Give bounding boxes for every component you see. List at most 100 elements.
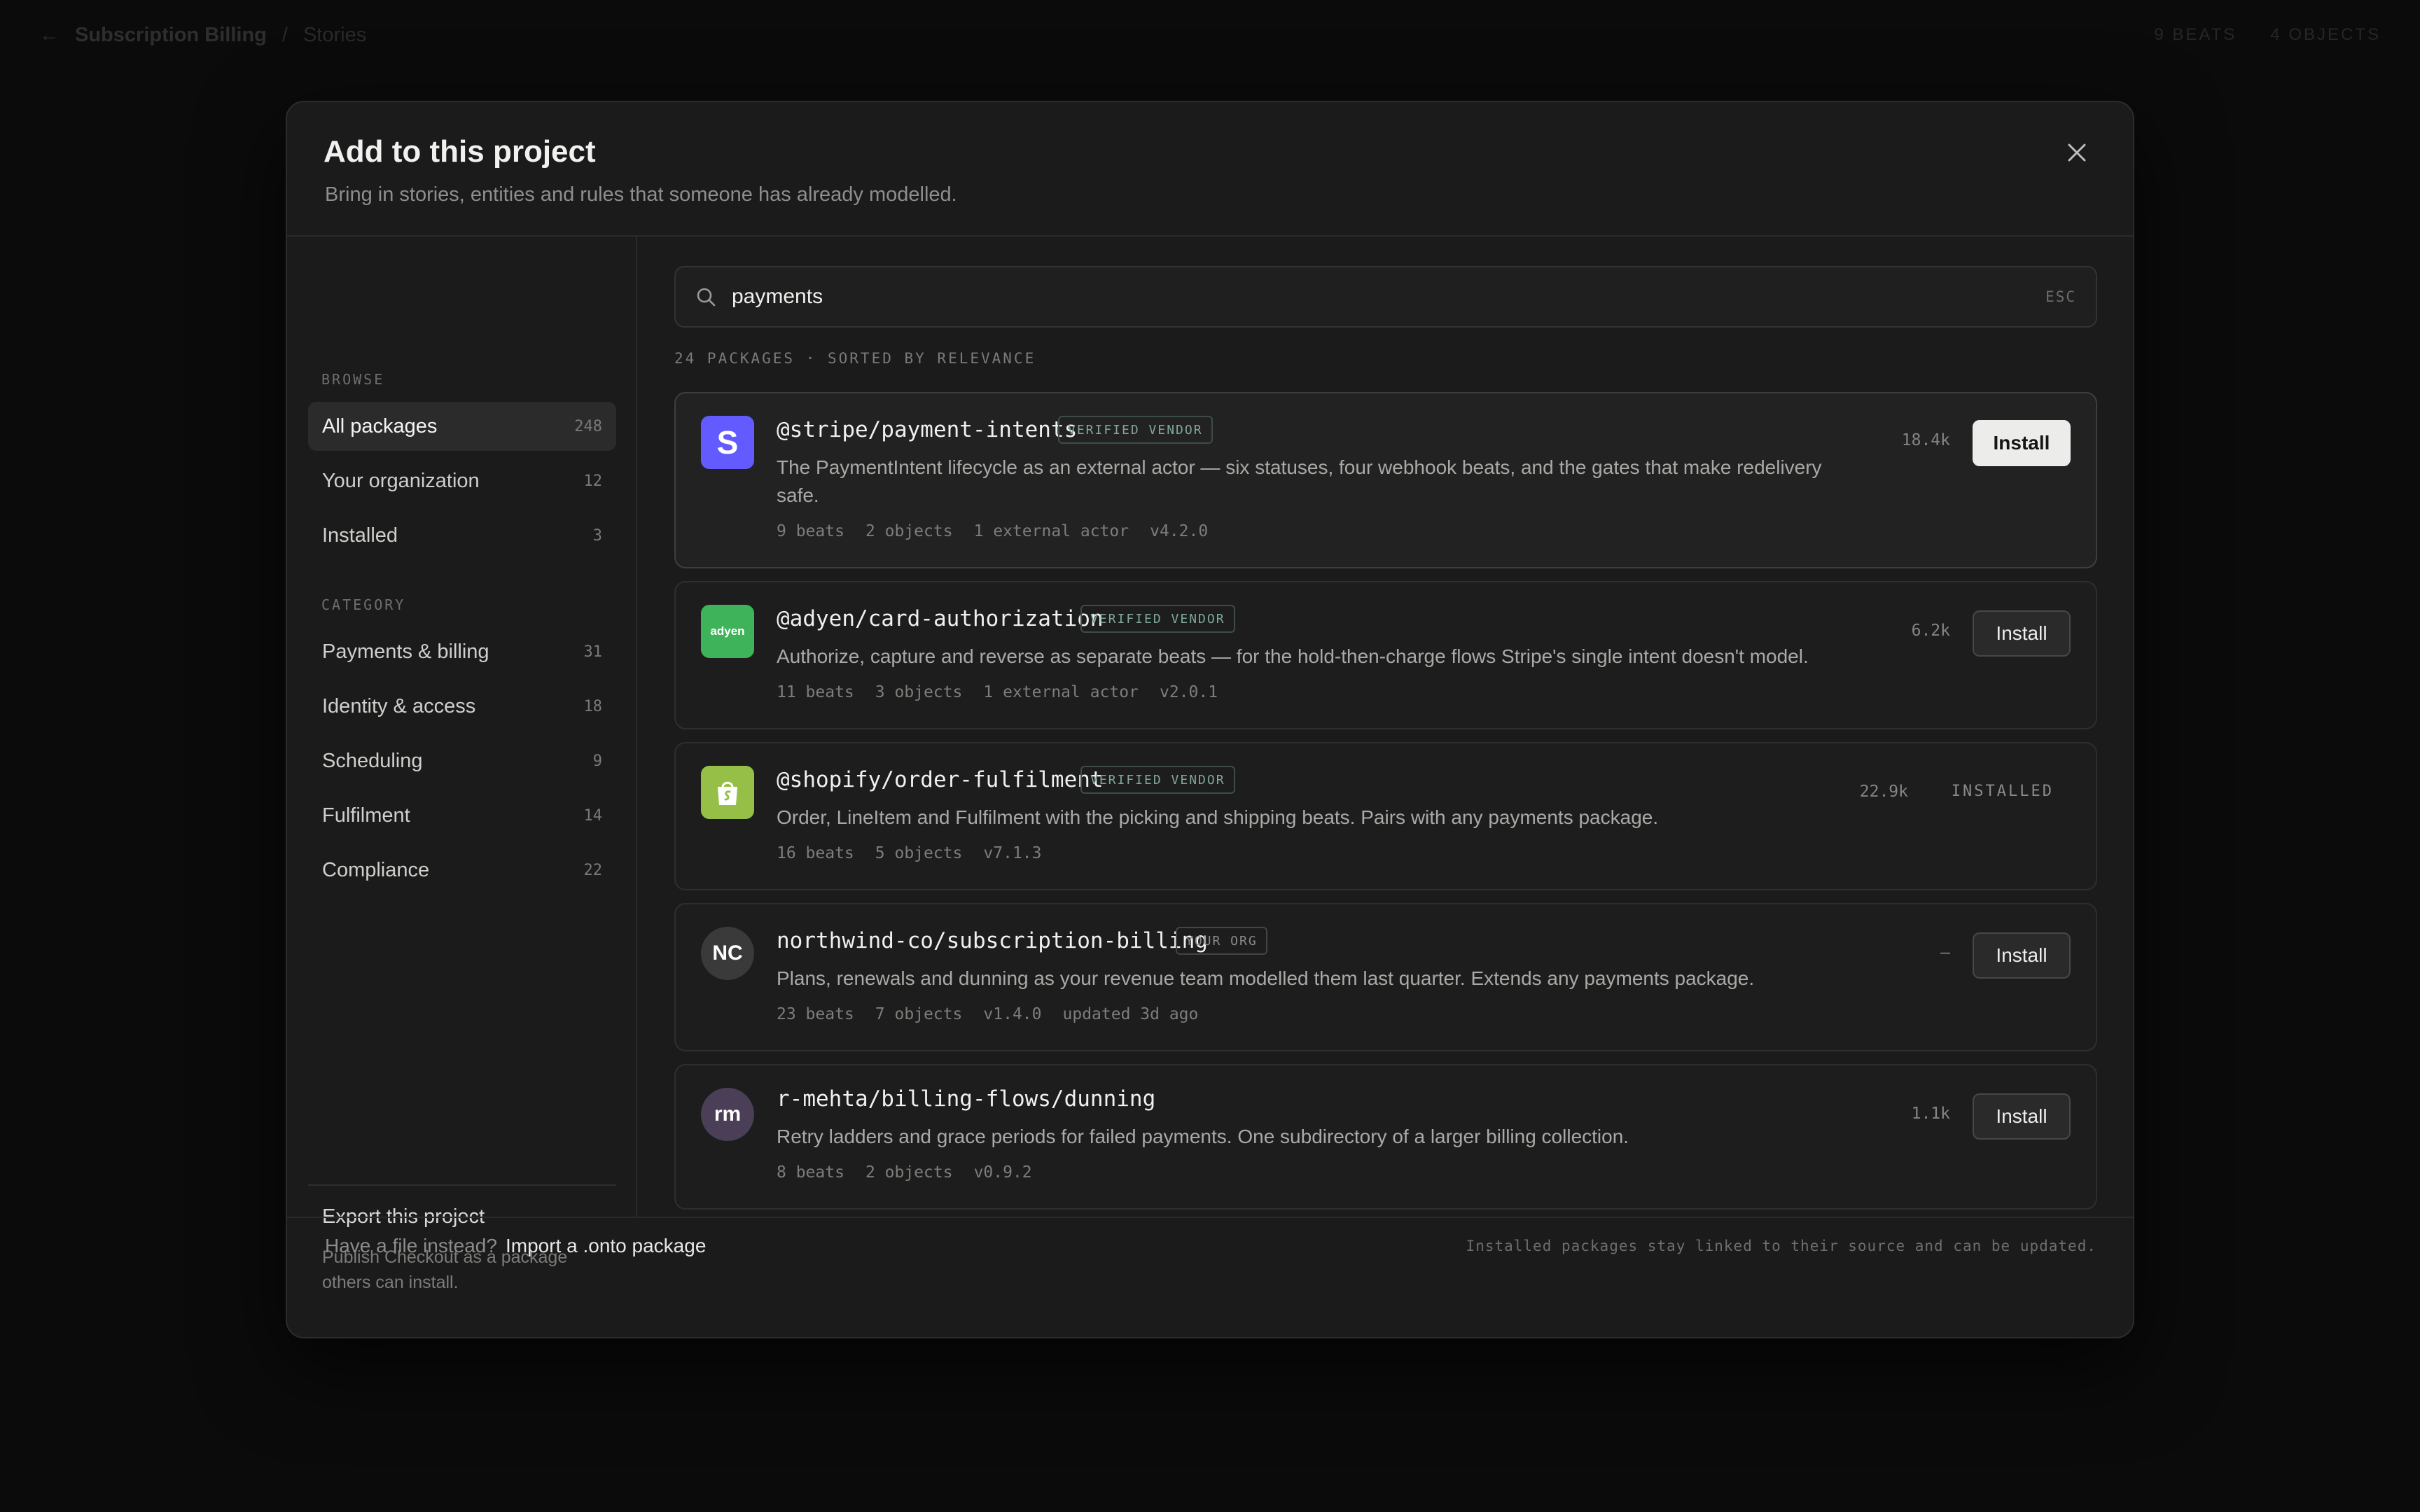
verified-vendor-badge: VERIFIED VENDOR: [1058, 416, 1213, 444]
stat-version: v7.1.3: [983, 844, 1042, 862]
download-count: 18.4k: [1901, 431, 1950, 449]
category-heading: CATEGORY: [321, 596, 406, 613]
add-to-project-modal: Add to this project Bring in stories, en…: [286, 101, 2134, 1338]
modal-sidebar: BROWSE All packages 248 Your organizatio…: [287, 237, 637, 1292]
stat-objects: 2 objects: [865, 522, 953, 540]
close-icon: [2068, 144, 2086, 162]
sidebar-item-label: All packages: [322, 414, 438, 438]
install-button[interactable]: Install: [1973, 420, 2071, 466]
sidebar-item-your-organization[interactable]: Your organization 12: [308, 456, 616, 505]
footer-question: Have a file instead?: [325, 1235, 497, 1256]
download-count: 6.2k: [1911, 622, 1950, 640]
stat-beats: 9 beats: [777, 522, 844, 540]
package-description: Retry ladders and grace periods for fail…: [777, 1126, 1629, 1147]
stat-beats: 11 beats: [777, 683, 854, 701]
esc-hint: ESC: [2045, 288, 2076, 305]
sidebar-divider: [308, 1184, 616, 1186]
stat-version: v0.9.2: [973, 1163, 1032, 1182]
your-org-badge: YOUR ORG: [1176, 927, 1267, 955]
download-count: –: [1940, 944, 1950, 962]
sidebar-item-compliance[interactable]: Compliance 22: [308, 846, 616, 895]
stat-beats: 16 beats: [777, 844, 854, 862]
breadcrumb-section: Stories: [302, 23, 367, 46]
package-description: Plans, renewals and dunning as your reve…: [777, 967, 1755, 989]
sidebar-item-count: 18: [583, 697, 603, 715]
package-card-shopify[interactable]: @shopify/order-fulfilment VERIFIED VENDO…: [674, 742, 2097, 890]
install-button[interactable]: Install: [1973, 932, 2071, 979]
search-icon: [697, 288, 716, 307]
verified-vendor-badge: VERIFIED VENDOR: [1080, 766, 1235, 794]
sidebar-item-label: Scheduling: [322, 749, 423, 772]
sidebar-item-installed[interactable]: Installed 3: [308, 511, 616, 560]
stat-objects: 7 objects: [875, 1005, 963, 1023]
download-count: 22.9k: [1859, 783, 1908, 801]
stat-actors: 1 external actor: [983, 683, 1139, 701]
package-card-northwind[interactable]: NC northwind-co/subscription-billing YOU…: [674, 903, 2097, 1051]
sidebar-item-scheduling[interactable]: Scheduling 9: [308, 736, 616, 785]
sidebar-item-label: Identity & access: [322, 694, 476, 718]
import-package-link[interactable]: Import a .onto package: [506, 1235, 706, 1257]
modal-subtitle: Bring in stories, entities and rules tha…: [325, 183, 957, 206]
installed-status: INSTALLED: [1951, 783, 2054, 800]
close-button[interactable]: [2056, 132, 2098, 174]
sidebar-item-label: Compliance: [322, 858, 430, 881]
package-description: The PaymentIntent lifecycle as an extern…: [777, 456, 1822, 506]
browse-heading: BROWSE: [321, 371, 385, 388]
search-input[interactable]: [732, 276, 2046, 318]
download-count: 1.1k: [1911, 1105, 1950, 1123]
package-name: @adyen/card-authorization: [777, 606, 1104, 631]
stat-objects: 3 objects: [875, 683, 963, 701]
package-card-stripe[interactable]: S @stripe/payment-intents VERIFIED VENDO…: [674, 392, 2097, 568]
sidebar-item-label: Your organization: [322, 469, 480, 492]
search-bar: ESC: [674, 266, 2097, 328]
package-card-adyen[interactable]: adyen @adyen/card-authorization VERIFIED…: [674, 581, 2097, 729]
breadcrumb: ← Subscription Billing / Stories: [39, 24, 366, 47]
sidebar-item-payments-billing[interactable]: Payments & billing 31: [308, 627, 616, 676]
stat-objects: 2 objects: [865, 1163, 953, 1182]
package-description: Order, LineItem and Fulfilment with the …: [777, 806, 1659, 828]
results-meta: 24 PACKAGES · SORTED BY RELEVANCE: [674, 350, 1036, 367]
sidebar-item-count: 9: [592, 752, 602, 770]
sidebar-item-label: Payments & billing: [322, 640, 489, 663]
package-name: northwind-co/subscription-billing: [777, 928, 1208, 953]
stat-objects: 5 objects: [875, 844, 963, 862]
modal-header: Add to this project Bring in stories, en…: [287, 102, 2133, 237]
package-stats: 9 beats 2 objects 1 external actor v4.2.…: [777, 522, 1208, 540]
topbar-objects-count: 4 OBJECTS: [2270, 25, 2381, 44]
package-name: @shopify/order-fulfilment: [777, 767, 1104, 792]
stat-beats: 8 beats: [777, 1163, 844, 1182]
package-name: r-mehta/billing-flows/dunning: [777, 1086, 1156, 1112]
stripe-logo-icon: S: [701, 416, 754, 469]
sidebar-item-count: 12: [583, 472, 603, 490]
sidebar-item-count: 22: [583, 861, 603, 879]
sidebar-item-all-packages[interactable]: All packages 248: [308, 402, 616, 451]
package-name: @stripe/payment-intents: [777, 417, 1078, 442]
back-arrow-icon: ←: [39, 23, 60, 46]
stat-version: v1.4.0: [983, 1005, 1042, 1023]
verified-vendor-badge: VERIFIED VENDOR: [1080, 605, 1235, 633]
adyen-logo-icon: adyen: [701, 605, 754, 658]
package-card-r-mehta[interactable]: rm r-mehta/billing-flows/dunning Retry l…: [674, 1064, 2097, 1210]
sidebar-item-count: 31: [583, 643, 603, 661]
sidebar-item-count: 14: [583, 806, 603, 825]
sidebar-item-count: 248: [574, 417, 602, 435]
install-button[interactable]: Install: [1973, 610, 2071, 657]
modal-title: Add to this project: [324, 134, 596, 169]
stat-actors: 1 external actor: [973, 522, 1129, 540]
package-stats: 8 beats 2 objects v0.9.2: [777, 1163, 1032, 1182]
sidebar-item-label: Installed: [322, 524, 398, 547]
sidebar-item-label: Fulfilment: [322, 804, 410, 827]
breadcrumb-project: Subscription Billing: [75, 23, 267, 46]
shopify-bag-icon: [701, 766, 754, 819]
sidebar-item-identity-access[interactable]: Identity & access 18: [308, 682, 616, 731]
install-button[interactable]: Install: [1973, 1093, 2071, 1140]
stat-version: v4.2.0: [1150, 522, 1209, 540]
background-topbar: ← Subscription Billing / Stories 9 BEATS…: [0, 0, 2420, 70]
sidebar-item-fulfilment[interactable]: Fulfilment 14: [308, 791, 616, 840]
package-stats: 23 beats 7 objects v1.4.0 updated 3d ago: [777, 1005, 1198, 1023]
topbar-beats-count: 9 BEATS: [2154, 25, 2237, 44]
package-stats: 16 beats 5 objects v7.1.3: [777, 844, 1042, 862]
modal-footer: Have a file instead? Import a .onto pack…: [287, 1217, 2133, 1337]
breadcrumb-separator: /: [281, 23, 288, 46]
package-description: Authorize, capture and reverse as separa…: [777, 645, 1809, 667]
